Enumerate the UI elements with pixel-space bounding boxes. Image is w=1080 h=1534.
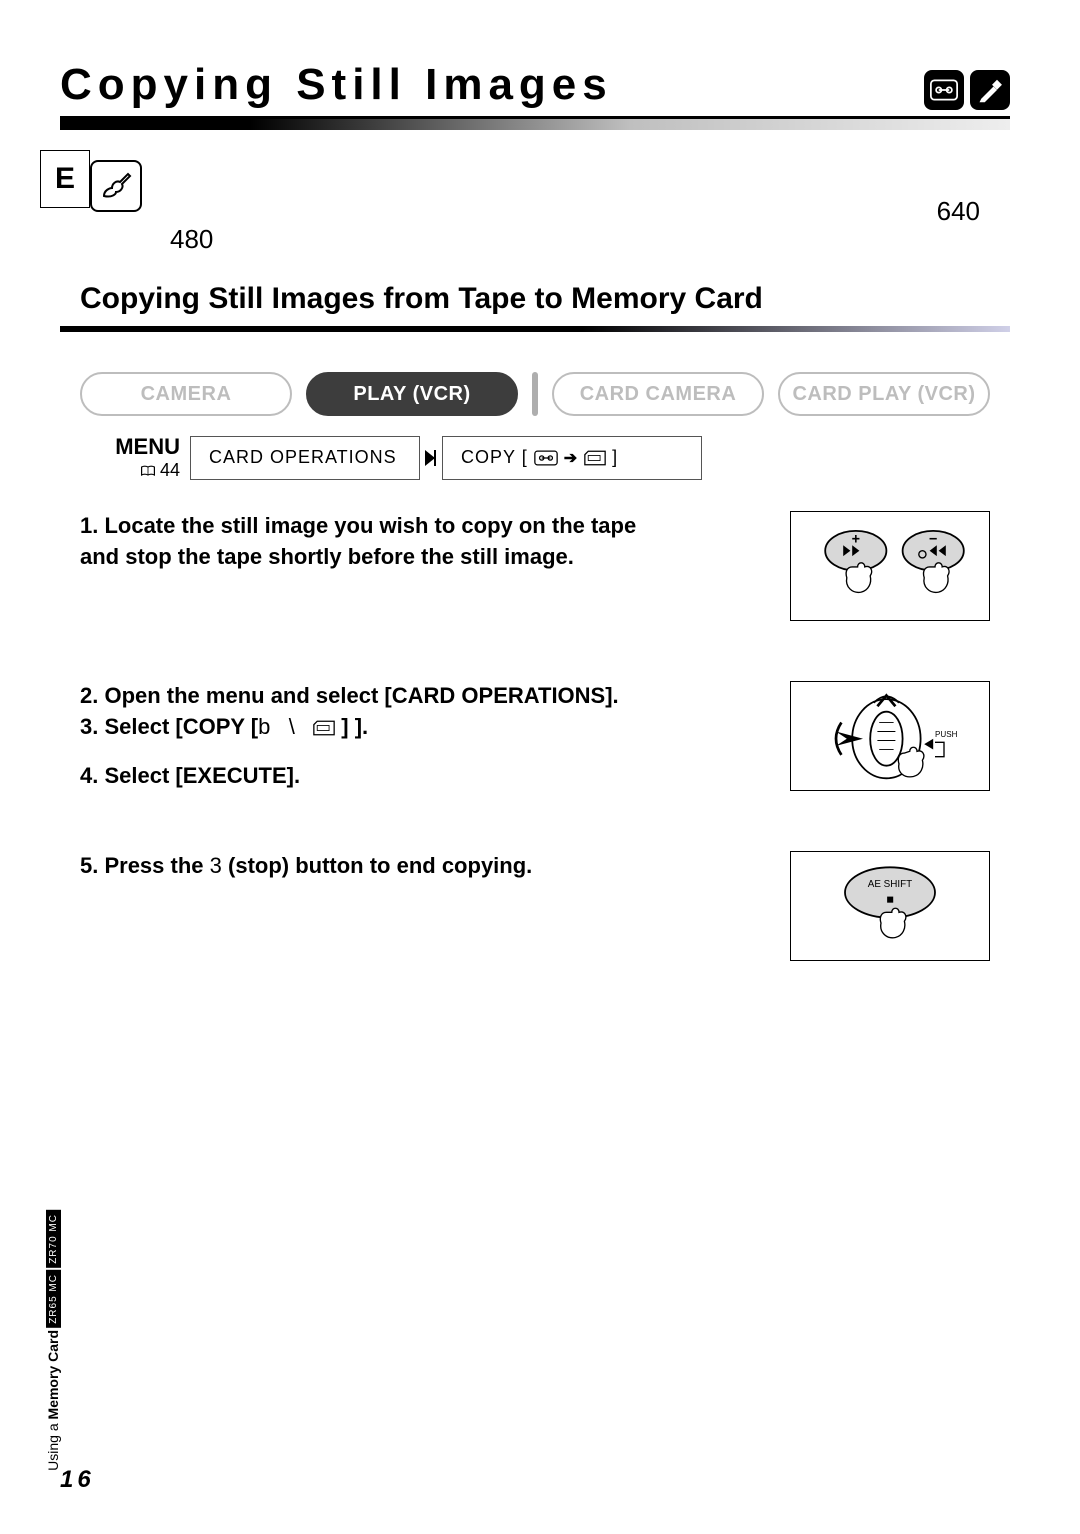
step-4-text: 4. Select [EXECUTE]. [80, 761, 619, 792]
mode-card-camera: CARD CAMERA [552, 372, 764, 416]
side-text: Using a Memory Card [45, 1330, 61, 1471]
mode-separator [532, 372, 538, 416]
push-label: PUSH [935, 730, 958, 739]
mode-bar: CAMERA PLAY (VCR) CARD CAMERA CARD PLAY … [80, 372, 990, 416]
figure-play-rew-buttons: + − [790, 511, 990, 621]
svg-text:■: ■ [886, 893, 894, 907]
step-3-text: 3. Select [COPY [b \ ] ]. [80, 712, 619, 743]
book-icon [140, 465, 156, 477]
value-480: 480 [170, 224, 213, 255]
tape-icon [924, 70, 964, 110]
step-5-text: 5. Press the 3 (stop) button to end copy… [80, 851, 532, 882]
page-title: Copying Still Images [60, 60, 613, 110]
s3a: 3. Select [COPY [ [80, 714, 258, 739]
ae-shift-label: AE SHIFT [868, 879, 912, 890]
card-small-icon [313, 720, 335, 736]
figure-stop-button: AE SHIFT ■ [790, 851, 990, 961]
intro-block: 480 640 [90, 160, 1010, 212]
copy-prefix: COPY [ [461, 447, 528, 468]
title-rule [60, 116, 1010, 130]
side-text-prefix: Using a [45, 1419, 61, 1470]
page-number: 16 [60, 1466, 95, 1494]
s3c: \ [289, 714, 295, 739]
s5c: (stop) button to end copying. [222, 853, 532, 878]
s3b: b [258, 714, 270, 739]
value-640: 640 [937, 196, 980, 227]
path-card-operations: CARD OPERATIONS [190, 436, 420, 480]
menu-label: MENU 44 [80, 434, 190, 481]
svg-text:+: + [852, 532, 860, 548]
s5b: 3 [210, 853, 222, 878]
step-2-3-4-text: 2. Open the menu and select [CARD OPERAT… [80, 681, 619, 791]
language-tab-e: E [40, 150, 90, 208]
header-icons [924, 70, 1010, 110]
tape-small-icon [534, 450, 558, 466]
mode-card-play-vcr: CARD PLAY (VCR) [778, 372, 990, 416]
mode-camera: CAMERA [80, 372, 292, 416]
section-rule [60, 326, 1010, 332]
step-2-3-4: 2. Open the menu and select [CARD OPERAT… [80, 681, 990, 791]
model-zr65: ZR65 MC [46, 1270, 61, 1328]
note-icon [90, 160, 142, 212]
card-small-icon [584, 450, 606, 466]
s5a: 5. Press the [80, 853, 210, 878]
menu-path: MENU 44 CARD OPERATIONS COPY [ ➔ ] [80, 434, 990, 481]
step-5: 5. Press the 3 (stop) button to end copy… [80, 851, 990, 961]
side-tab: ZR70 MC ZR65 MC Using a Memory Card [42, 1210, 64, 1470]
arrow-right-icon: ➔ [564, 448, 578, 468]
s3d: ] ]. [341, 714, 368, 739]
figure-selector-dial: PUSH [790, 681, 990, 791]
menu-page-ref: 44 [160, 460, 180, 481]
menu-word: MENU [80, 434, 180, 460]
side-text-bold: Memory Card [45, 1330, 61, 1419]
step-1: 1. Locate the still image you wish to co… [80, 511, 990, 621]
svg-text:−: − [929, 532, 937, 548]
step-2-text: 2. Open the menu and select [CARD OPERAT… [80, 681, 619, 712]
model-zr70: ZR70 MC [46, 1210, 61, 1268]
step-1-text: 1. Locate the still image you wish to co… [80, 511, 660, 573]
path-copy: COPY [ ➔ ] [442, 436, 702, 480]
copy-suffix: ] [612, 447, 618, 468]
pen-icon [970, 70, 1010, 110]
path-arrow-icon [420, 436, 442, 480]
mode-play-vcr: PLAY (VCR) [306, 372, 518, 416]
section-heading: Copying Still Images from Tape to Memory… [80, 282, 1010, 316]
